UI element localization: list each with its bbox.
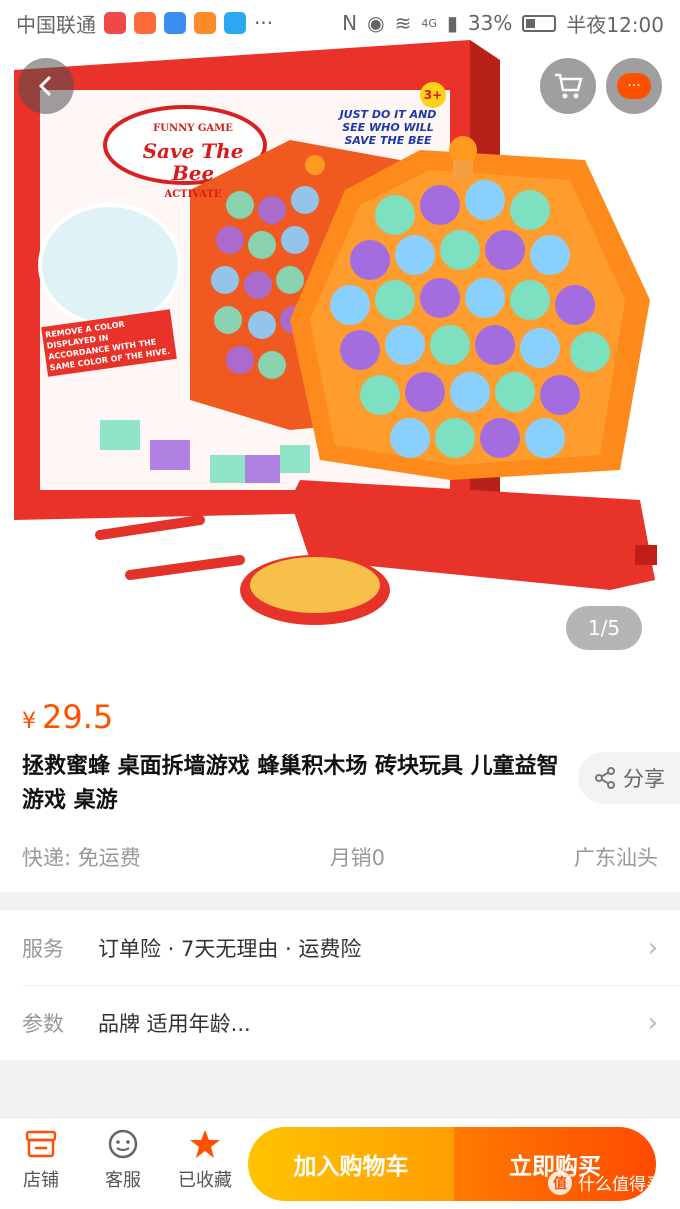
box-age-badge: 3+ xyxy=(420,82,446,108)
signal-icon: ▮ xyxy=(446,11,458,35)
nfc-icon: N xyxy=(342,11,358,35)
favorite-button[interactable]: 已收藏 xyxy=(170,1128,240,1192)
chevron-right-icon: › xyxy=(647,1007,658,1038)
favorite-label: 已收藏 xyxy=(178,1170,232,1191)
watermark-text: 什么值得买 xyxy=(578,1175,663,1195)
customer-service-button[interactable]: 客服 xyxy=(88,1128,158,1192)
price-value: 29.5 xyxy=(42,698,114,736)
battery-icon xyxy=(522,14,557,32)
eye-icon: ◉ xyxy=(367,11,385,35)
box-title-text: FUNNY GAME Save The Bee ACTIVATE xyxy=(118,118,268,206)
ship-location: 广东汕头 xyxy=(573,846,658,870)
share-button[interactable]: 分享 xyxy=(578,752,680,804)
box-title: Save The Bee xyxy=(142,139,244,185)
notification-icon xyxy=(134,12,156,34)
box-slogan: JUST DO IT AND SEE WHO WILL SAVE THE BEE xyxy=(339,108,437,147)
share-icon xyxy=(595,767,615,789)
shipping-info: 快递: 免运费 xyxy=(22,846,141,870)
box-sub: ACTIVATE xyxy=(164,189,222,200)
watermark: 值 什么值得买 xyxy=(548,1170,663,1195)
params-row[interactable]: 参数 品牌 适用年龄... › xyxy=(0,985,680,1060)
more-badge: ··· xyxy=(617,73,651,99)
notification-icon xyxy=(194,12,216,34)
service-label: 客服 xyxy=(105,1170,141,1191)
notification-icon xyxy=(104,12,126,34)
notification-icon xyxy=(164,12,186,34)
more-button[interactable]: ··· xyxy=(606,58,662,114)
chat-icon xyxy=(108,1129,138,1159)
box-brand: FUNNY GAME xyxy=(153,123,233,134)
wifi-icon: ≋ xyxy=(394,11,412,35)
star-icon xyxy=(190,1130,220,1158)
product-meta: 快递: 免运费 月销0 广东汕头 xyxy=(22,842,658,872)
service-section: 服务 订单险 · 7天无理由 · 运费险 › 参数 品牌 适用年龄... › xyxy=(0,910,680,1060)
bottom-action-bar: 店铺 客服 已收藏 加入购物车 立即购买 xyxy=(0,1117,680,1209)
more-icon: ··· xyxy=(254,11,274,35)
cart-button[interactable] xyxy=(540,58,596,114)
service-value: 订单险 · 7天无理由 · 运费险 xyxy=(98,936,362,961)
share-label: 分享 xyxy=(623,767,665,791)
product-info: ¥ 29.5 拯救蜜蜂 桌面拆墙游戏 蜂巢积木场 砖块玩具 儿童益智游戏 桌游 … xyxy=(0,680,680,892)
monthly-sales: 月销0 xyxy=(329,846,386,870)
carrier-label: 中国联通 xyxy=(16,12,96,37)
price: ¥ 29.5 xyxy=(22,698,113,736)
status-bar: 中国联通 ··· N ◉ ≋ 4G ▮ 33% 半夜12:00 xyxy=(0,0,680,46)
shop-label: 店铺 xyxy=(23,1170,59,1191)
chevron-left-icon xyxy=(38,75,52,97)
service-row[interactable]: 服务 订单险 · 7天无理由 · 运费险 › xyxy=(0,910,680,985)
params-value: 品牌 适用年龄... xyxy=(98,1011,251,1036)
params-label: 参数 xyxy=(22,1011,64,1036)
shop-icon xyxy=(25,1130,57,1158)
currency-symbol: ¥ xyxy=(22,709,36,734)
image-pager: 1/5 xyxy=(566,606,642,650)
network-label: 4G xyxy=(421,16,437,30)
clock-label: 半夜12:00 xyxy=(566,12,664,37)
add-to-cart-button[interactable]: 加入购物车 xyxy=(248,1127,454,1201)
battery-label: 33% xyxy=(467,11,513,35)
back-button[interactable] xyxy=(18,58,74,114)
cart-icon xyxy=(555,73,583,99)
notification-icon xyxy=(224,12,246,34)
chevron-right-icon: › xyxy=(647,932,658,963)
watermark-logo-icon: 值 xyxy=(548,1170,572,1195)
service-label: 服务 xyxy=(22,936,64,961)
shop-button[interactable]: 店铺 xyxy=(6,1128,76,1192)
product-title: 拯救蜜蜂 桌面拆墙游戏 蜂巢积木场 砖块玩具 儿童益智游戏 桌游 xyxy=(22,754,559,813)
